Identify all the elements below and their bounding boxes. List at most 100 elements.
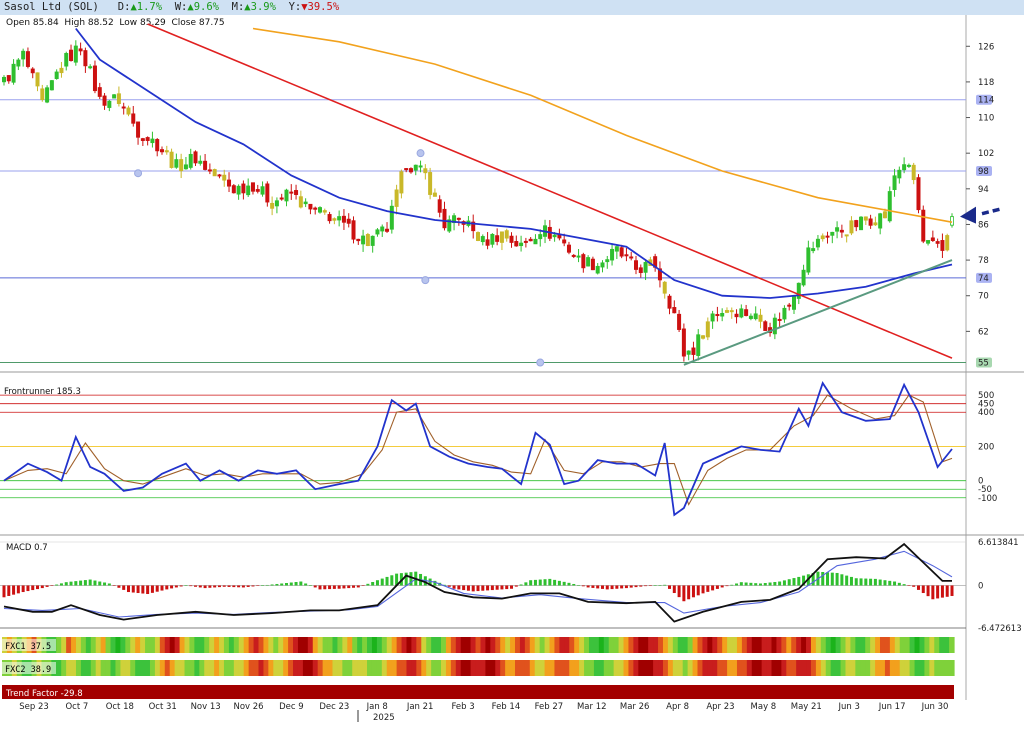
heatmap-cell — [115, 660, 121, 676]
heatmap-cell — [396, 637, 403, 653]
candle-body — [710, 313, 715, 322]
x-tick-label: May 8 — [751, 702, 777, 712]
candle-body — [183, 164, 188, 170]
macd-bar — [227, 585, 231, 587]
heatmap-cell — [199, 660, 205, 676]
heatmap-cell — [431, 660, 437, 676]
heatmap-cell — [376, 660, 383, 676]
heatmap-cell — [835, 660, 842, 676]
macd-bar — [701, 585, 705, 594]
stock-chart: Sasol Ltd (SOL) D:▲1.7% W:▲9.6% M:▲3.9% … — [0, 0, 1024, 735]
price-tick-label: 62 — [978, 327, 989, 337]
heatmap-cell — [490, 660, 496, 676]
candle-body — [298, 196, 303, 208]
heatmap-cell — [450, 660, 457, 676]
candle-body — [274, 200, 279, 207]
heatmap-cell — [554, 637, 560, 653]
macd-bar — [921, 585, 925, 594]
macd-bar — [945, 585, 949, 597]
heatmap-cell — [268, 660, 274, 676]
macd-bar — [596, 585, 600, 589]
heatmap-cell — [584, 660, 590, 676]
candle-body — [581, 254, 586, 269]
heatmap-cell — [169, 660, 176, 676]
heatmap-cell — [460, 660, 467, 676]
heatmap-cell — [80, 637, 87, 653]
heatmap-cell — [672, 637, 679, 653]
heatmap-cell — [278, 637, 284, 653]
macd-bar — [165, 585, 169, 590]
candle-body — [897, 169, 902, 179]
heatmap-cell — [125, 637, 131, 653]
frontrunner-tick-label: 400 — [978, 408, 994, 418]
candle-body — [916, 177, 921, 211]
heatmap-cell — [85, 637, 92, 653]
heatmap-cell — [746, 660, 753, 676]
macd-bar — [457, 585, 461, 590]
price-arrow-head — [960, 206, 976, 224]
heatmap-cell — [223, 660, 230, 676]
candle-body — [887, 191, 892, 222]
heatmap-cell — [850, 637, 856, 653]
candle-body — [423, 168, 428, 174]
heatmap-cell — [465, 637, 472, 653]
heatmap-cell — [426, 637, 432, 653]
macd-bar — [754, 583, 758, 586]
macd-bar — [203, 585, 207, 589]
heatmap-cell — [288, 637, 294, 653]
price-arrow-dash — [981, 206, 1003, 216]
heatmap-cell — [801, 660, 807, 676]
heatmap-cell — [608, 660, 615, 676]
candle-body — [389, 205, 394, 230]
price-tick-label: 78 — [978, 256, 989, 266]
candle-body — [514, 241, 519, 247]
candle-body — [844, 234, 849, 237]
macd-bar — [648, 585, 652, 586]
macd-bar — [141, 585, 145, 594]
macd-bar — [328, 585, 332, 590]
macd-bar — [663, 584, 667, 586]
heatmap-cell — [667, 637, 674, 653]
heatmap-cell — [327, 660, 334, 676]
macd-bar — [615, 585, 619, 589]
heatmap-cell — [140, 637, 146, 653]
candle-body — [313, 207, 318, 210]
heatmap-cell — [322, 637, 329, 653]
heatmap-cell — [386, 660, 393, 676]
candle-body — [763, 321, 768, 331]
candle-body — [222, 174, 227, 181]
macd-bar — [840, 574, 844, 586]
macd-bar — [375, 580, 379, 586]
macd-bar — [950, 585, 954, 596]
heatmap-cell — [880, 660, 886, 676]
heatmap-cell — [293, 660, 299, 676]
heatmap-cell — [149, 660, 156, 676]
macd-bar — [519, 584, 523, 586]
heatmap-cell — [416, 660, 422, 676]
macd-bar — [36, 585, 40, 590]
heatmap-cell — [924, 637, 930, 653]
heatmap-cell — [159, 660, 166, 676]
candle-body — [873, 222, 878, 226]
heatmap-label: FXC2 38.9 — [5, 665, 51, 675]
macd-bar — [787, 579, 791, 586]
heatmap-cell — [648, 637, 654, 653]
candle-body — [203, 160, 208, 170]
macd-bar — [241, 585, 245, 588]
macd-bar — [332, 585, 336, 589]
candle-body — [686, 350, 691, 355]
macd-bar — [538, 579, 542, 586]
heatmap-cell — [288, 660, 294, 676]
heatmap-cell — [949, 637, 955, 653]
heatmap-cell — [401, 637, 408, 653]
x-tick-label: Jun 3 — [837, 702, 859, 712]
heatmap-cell — [870, 660, 876, 676]
heatmap-cell — [209, 660, 215, 676]
heatmap-cell — [569, 660, 575, 676]
x-tick-label: Jan 8 — [366, 702, 388, 712]
pivot-dot — [416, 149, 425, 158]
macd-bar — [342, 585, 346, 589]
macd-bar — [634, 585, 638, 588]
candle-body — [677, 313, 682, 330]
candle-body — [701, 335, 706, 339]
